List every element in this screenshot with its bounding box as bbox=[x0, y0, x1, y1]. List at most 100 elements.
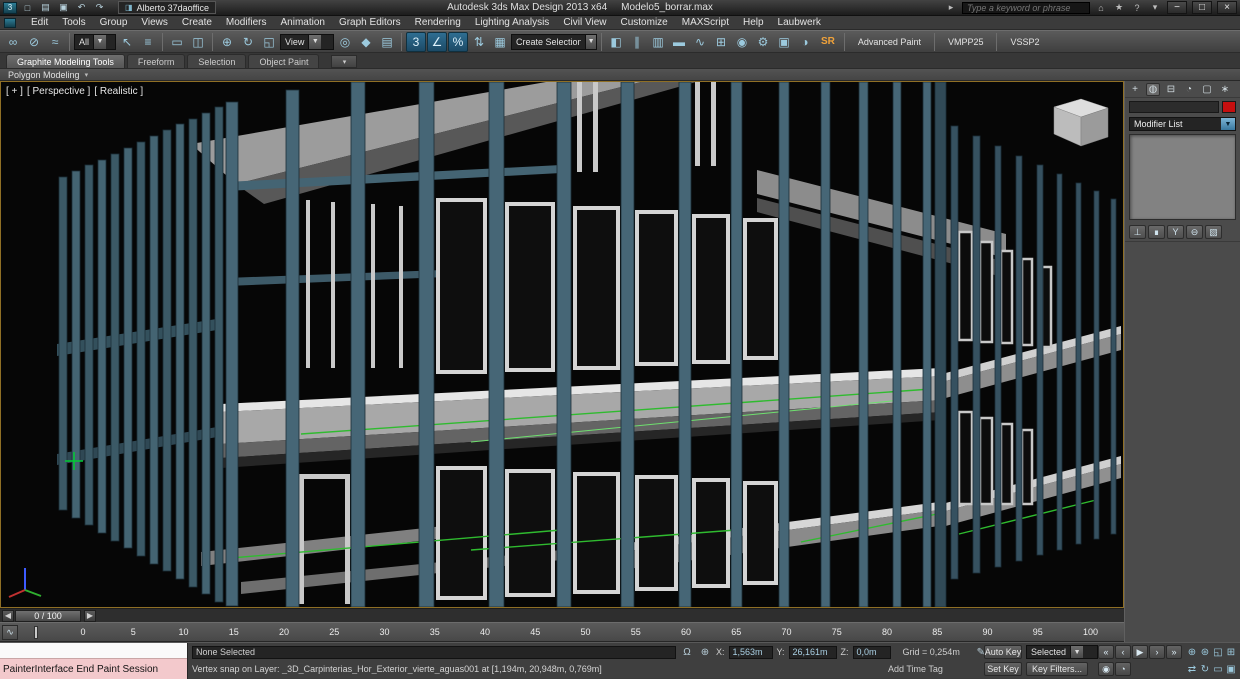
close-button[interactable]: × bbox=[1217, 1, 1237, 14]
app-menu-icon[interactable] bbox=[4, 17, 16, 28]
x-coordinate-field[interactable]: 1,563m bbox=[728, 645, 773, 659]
save-file-icon[interactable]: ▣ bbox=[56, 1, 71, 14]
sr-toolbar-button[interactable]: SR bbox=[816, 36, 840, 47]
layer-manager-icon[interactable]: ▥ bbox=[648, 32, 668, 52]
select-and-move-icon[interactable]: ⊕ bbox=[217, 32, 237, 52]
zoom-extents-all-icon[interactable]: ⊞ bbox=[1225, 645, 1237, 659]
modifier-list-dropdown[interactable]: Modifier List ▼ bbox=[1129, 117, 1236, 131]
orbit-icon[interactable]: ↻ bbox=[1199, 662, 1211, 676]
polygon-modeling-panel-label[interactable]: Polygon Modeling bbox=[8, 70, 80, 80]
vmpp25-button[interactable]: VMPP25 bbox=[939, 32, 993, 52]
previous-frame-icon[interactable]: ‹ bbox=[1115, 645, 1131, 659]
angle-snap-toggle-icon[interactable]: ∠ bbox=[427, 31, 447, 52]
menu-item[interactable]: Views bbox=[134, 17, 175, 28]
display-tab-icon[interactable]: ▢ bbox=[1200, 83, 1214, 96]
select-and-rotate-icon[interactable]: ↻ bbox=[238, 32, 258, 52]
zoom-all-icon[interactable]: ⊛ bbox=[1199, 645, 1211, 659]
schematic-view-icon[interactable]: ⊞ bbox=[711, 32, 731, 52]
search-expand-icon[interactable]: ▸ bbox=[944, 2, 958, 14]
ribbon-toggle-icon[interactable]: ▬ bbox=[669, 32, 689, 52]
listener-pane[interactable]: PainterInterface End Paint Session bbox=[0, 659, 187, 679]
object-name-field[interactable] bbox=[1129, 101, 1219, 113]
set-key-button[interactable]: Set Key bbox=[984, 662, 1022, 676]
mini-curve-editor-icon[interactable]: ∿ bbox=[2, 625, 18, 640]
object-color-swatch[interactable] bbox=[1222, 101, 1236, 113]
advanced-paint-button[interactable]: Advanced Paint bbox=[849, 32, 930, 52]
viewport-shading-menu[interactable]: [ Realistic ] bbox=[94, 86, 143, 97]
macro-recorder-pane[interactable] bbox=[0, 643, 187, 659]
perspective-viewport[interactable]: [ + ] [ Perspective ] [ Realistic ] bbox=[0, 81, 1124, 608]
pin-stack-icon[interactable]: ⊥ bbox=[1129, 225, 1146, 239]
curve-editor-icon[interactable]: ∿ bbox=[690, 32, 710, 52]
next-frame-arrow-icon[interactable]: ▶ bbox=[84, 609, 96, 622]
vssp2-button[interactable]: VSSP2 bbox=[1001, 32, 1048, 52]
previous-frame-arrow-icon[interactable]: ◀ bbox=[2, 609, 14, 622]
undo-icon[interactable]: ↶ bbox=[74, 1, 89, 14]
go-to-end-icon[interactable]: » bbox=[1166, 645, 1182, 659]
absolute-offset-mode-icon[interactable]: ⊕ bbox=[698, 646, 712, 659]
create-tab-icon[interactable]: + bbox=[1128, 83, 1142, 96]
align-icon[interactable]: ∥ bbox=[627, 32, 647, 52]
zoom-extents-icon[interactable]: ◱ bbox=[1212, 645, 1224, 659]
hierarchy-tab-icon[interactable]: ⊟ bbox=[1164, 83, 1178, 96]
track-bar-ruler[interactable]: ∿ 0 5 10 15 20 25 30 35 40 45 50 55 60 65 70 75 80 85 90 95… bbox=[0, 622, 1124, 642]
rectangular-selection-region-icon[interactable]: ▭ bbox=[167, 32, 187, 52]
menu-item[interactable]: Rendering bbox=[408, 17, 468, 28]
key-mode-toggle-icon[interactable]: ◉ bbox=[1098, 662, 1114, 676]
render-setup-icon[interactable]: ⚙ bbox=[753, 32, 773, 52]
zoom-icon[interactable]: ⊕ bbox=[1186, 645, 1198, 659]
remove-modifier-icon[interactable]: ⊖ bbox=[1186, 225, 1203, 239]
select-and-link-icon[interactable]: ∞ bbox=[3, 32, 23, 52]
play-animation-icon[interactable]: ▶ bbox=[1132, 645, 1148, 659]
menu-item[interactable]: Tools bbox=[55, 17, 92, 28]
menu-item[interactable]: MAXScript bbox=[675, 17, 736, 28]
field-of-view-icon[interactable]: ▭ bbox=[1212, 662, 1224, 676]
new-scene-icon[interactable]: □ bbox=[20, 1, 35, 14]
select-and-manipulate-icon[interactable]: ◆ bbox=[356, 32, 376, 52]
viewport-pov-menu[interactable]: [ Perspective ] bbox=[27, 86, 90, 97]
redo-icon[interactable]: ↷ bbox=[92, 1, 107, 14]
reference-coordinate-dropdown[interactable]: View ▼ bbox=[280, 33, 334, 50]
select-and-scale-icon[interactable]: ◱ bbox=[259, 32, 279, 52]
time-configuration-icon[interactable]: ◔ bbox=[1115, 662, 1131, 676]
y-coordinate-field[interactable]: 26,161m bbox=[788, 645, 837, 659]
material-editor-icon[interactable]: ◉ bbox=[732, 32, 752, 52]
current-frame-marker[interactable] bbox=[34, 626, 38, 639]
motion-tab-icon[interactable]: ◔ bbox=[1182, 83, 1196, 96]
rendered-frame-window-icon[interactable]: ▣ bbox=[774, 32, 794, 52]
menu-item[interactable]: Animation bbox=[273, 17, 331, 28]
spinner-snap-toggle-icon[interactable]: ⇅ bbox=[469, 32, 489, 52]
ribbon-tab[interactable]: Graphite Modeling Tools bbox=[6, 54, 125, 68]
menu-item[interactable]: Group bbox=[93, 17, 135, 28]
menu-item[interactable]: Lighting Analysis bbox=[468, 17, 557, 28]
menu-item[interactable]: Graph Editors bbox=[332, 17, 408, 28]
select-object-icon[interactable]: ↖ bbox=[117, 32, 137, 52]
menu-item[interactable]: Help bbox=[736, 17, 771, 28]
app-logo-icon[interactable]: 3 bbox=[3, 1, 17, 14]
snaps-toggle-3d-icon[interactable]: 3 bbox=[406, 31, 426, 52]
favorites-icon[interactable]: ★ bbox=[1112, 2, 1126, 14]
auto-key-button[interactable]: Auto Key bbox=[984, 645, 1022, 659]
viewport-3d-canvas[interactable] bbox=[1, 82, 1123, 607]
edit-named-selection-sets-icon[interactable]: ▦ bbox=[490, 32, 510, 52]
make-unique-icon[interactable]: Y bbox=[1167, 225, 1184, 239]
selection-lock-icon[interactable]: Ω bbox=[680, 646, 694, 659]
window-crossing-icon[interactable]: ◫ bbox=[188, 32, 208, 52]
unlink-selection-icon[interactable]: ⊘ bbox=[24, 32, 44, 52]
selection-filter-dropdown[interactable]: All ▼ bbox=[74, 33, 116, 50]
maximize-viewport-icon[interactable]: ▣ bbox=[1225, 662, 1237, 676]
configure-modifier-sets-icon[interactable]: ▧ bbox=[1205, 225, 1222, 239]
viewport-general-menu[interactable]: [ + ] bbox=[6, 86, 23, 97]
utilities-tab-icon[interactable]: ∗ bbox=[1218, 83, 1232, 96]
use-pivot-center-icon[interactable]: ◎ bbox=[335, 32, 355, 52]
minimize-button[interactable]: − bbox=[1167, 1, 1187, 14]
select-by-name-icon[interactable]: ≡ bbox=[138, 32, 158, 52]
bind-to-space-warp-icon[interactable]: ≈ bbox=[45, 32, 65, 52]
menu-item[interactable]: Laubwerk bbox=[771, 17, 828, 28]
pan-view-icon[interactable]: ⇄ bbox=[1186, 662, 1198, 676]
key-selection-dropdown[interactable]: Selected ▼ bbox=[1026, 645, 1098, 659]
add-time-tag[interactable]: Add Time Tag bbox=[888, 664, 943, 674]
menu-item[interactable]: Civil View bbox=[556, 17, 613, 28]
next-frame-icon[interactable]: › bbox=[1149, 645, 1165, 659]
communication-center-icon[interactable]: ⌂ bbox=[1094, 2, 1108, 14]
